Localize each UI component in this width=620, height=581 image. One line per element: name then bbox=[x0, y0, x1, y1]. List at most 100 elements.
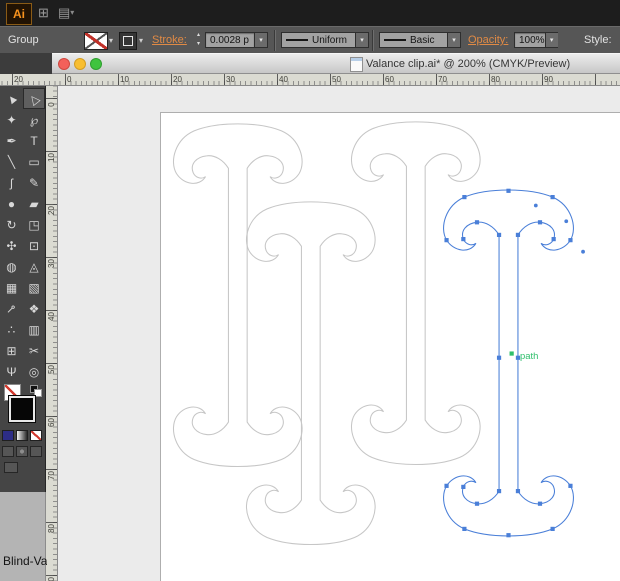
anchor-point[interactable] bbox=[515, 232, 521, 237]
anchor-point[interactable] bbox=[568, 483, 573, 488]
width-profile-value: Uniform bbox=[312, 34, 348, 46]
anchor-point[interactable] bbox=[568, 238, 573, 243]
anchor-point[interactable] bbox=[461, 484, 466, 489]
tool-blend[interactable]: ❖ bbox=[23, 298, 45, 319]
workspace-switcher-icon[interactable]: ▤▾ bbox=[58, 5, 74, 21]
tool-free-transform[interactable]: ⊡ bbox=[23, 235, 45, 256]
tool-eraser[interactable]: ▰ bbox=[23, 193, 45, 214]
anchor-point[interactable] bbox=[550, 526, 555, 531]
anchor-point[interactable] bbox=[474, 220, 480, 225]
anchor-point[interactable] bbox=[496, 489, 502, 494]
eyedropper-icon: ⊸ bbox=[2, 299, 21, 318]
chevron-down-icon[interactable]: ▾ bbox=[139, 36, 143, 45]
tool-column-graph[interactable]: ▥ bbox=[23, 319, 45, 340]
handle-point[interactable] bbox=[533, 203, 538, 208]
tool-hand[interactable]: Ψ bbox=[0, 361, 23, 382]
anchor-point[interactable] bbox=[550, 195, 555, 200]
screen-mode-button[interactable] bbox=[4, 462, 18, 473]
selection-icon: ▲ bbox=[2, 89, 21, 108]
tool-symbol-sprayer[interactable]: ∴ bbox=[0, 319, 23, 340]
tool-perspective-grid[interactable]: ◬ bbox=[23, 256, 45, 277]
mesh-icon: ▦ bbox=[5, 280, 18, 295]
window-title-bar[interactable]: Valance clip.ai* @ 200% (CMYK/Preview) bbox=[52, 53, 620, 74]
ruler-label: 0 bbox=[67, 75, 72, 84]
vertical-ruler[interactable]: 0102030405060708090100 bbox=[46, 86, 58, 581]
anchor-point[interactable] bbox=[506, 188, 511, 193]
fill-style-chip[interactable] bbox=[119, 32, 137, 50]
vector-path[interactable] bbox=[172, 123, 303, 468]
tool-shape-builder[interactable]: ◍ bbox=[0, 256, 23, 277]
opacity-link[interactable]: Opacity: bbox=[468, 34, 508, 46]
color-button[interactable] bbox=[2, 430, 14, 441]
draw-behind-button[interactable] bbox=[16, 446, 28, 457]
tool-mesh[interactable]: ▦ bbox=[0, 277, 23, 298]
tool-type[interactable]: T bbox=[23, 130, 45, 151]
selected-vector-path[interactable] bbox=[443, 189, 574, 537]
tool-direct-selection[interactable]: △ bbox=[23, 88, 45, 109]
tool-pencil[interactable]: ✎ bbox=[23, 172, 45, 193]
opacity-field[interactable]: 100% ▾ bbox=[514, 32, 558, 48]
stroke-weight-field[interactable]: 0.0028 p bbox=[205, 32, 255, 48]
tool-magic-wand[interactable]: ✦ bbox=[0, 109, 23, 130]
tool-slice[interactable]: ✂ bbox=[23, 340, 45, 361]
draw-normal-button[interactable] bbox=[2, 446, 14, 457]
tool-rectangle[interactable]: ▭ bbox=[23, 151, 45, 172]
app-logo-icon[interactable]: Ai bbox=[6, 3, 32, 25]
ruler-label: 60 bbox=[385, 75, 394, 84]
tool-zoom[interactable]: ◎ bbox=[23, 361, 45, 382]
anchor-point[interactable] bbox=[444, 238, 449, 243]
anchor-point[interactable] bbox=[461, 237, 466, 242]
type-icon: T bbox=[30, 133, 38, 148]
tool-paintbrush[interactable]: ʃ bbox=[0, 172, 23, 193]
anchor-point[interactable] bbox=[515, 489, 521, 494]
tool-width[interactable]: ✣ bbox=[0, 235, 23, 256]
anchor-point[interactable] bbox=[444, 483, 449, 488]
stroke-color-chip[interactable] bbox=[84, 32, 108, 50]
chevron-down-icon[interactable]: ▾ bbox=[109, 36, 113, 45]
ruler-label: 30 bbox=[47, 259, 56, 268]
close-window-button[interactable] bbox=[58, 58, 70, 70]
anchor-point[interactable] bbox=[537, 220, 543, 225]
anchor-point[interactable] bbox=[537, 501, 543, 506]
anchor-point[interactable] bbox=[496, 232, 502, 237]
tool-line-segment[interactable]: ╲ bbox=[0, 151, 23, 172]
anchor-point[interactable] bbox=[474, 501, 480, 506]
anchor-point[interactable] bbox=[551, 237, 556, 242]
tool-blob-brush[interactable]: ● bbox=[0, 193, 23, 214]
anchor-point[interactable] bbox=[462, 195, 467, 200]
gradient-button[interactable] bbox=[16, 430, 28, 441]
anchor-point[interactable] bbox=[506, 533, 511, 538]
tool-scale[interactable]: ◳ bbox=[23, 214, 45, 235]
vector-path[interactable] bbox=[245, 201, 376, 546]
canvas[interactable]: path bbox=[58, 86, 620, 581]
tool-eyedropper[interactable]: ⊸ bbox=[0, 298, 23, 319]
stroke-link[interactable]: Stroke: bbox=[152, 34, 187, 46]
anchor-point[interactable] bbox=[462, 526, 467, 531]
ruler-label: 70 bbox=[47, 471, 56, 480]
arrange-documents-icon[interactable]: ⊞ bbox=[38, 5, 49, 21]
tool-artboard[interactable]: ⊞ bbox=[0, 340, 23, 361]
tool-pen[interactable]: ✒ bbox=[0, 130, 23, 151]
brush-definition-dropdown[interactable]: Basic ▾ bbox=[379, 32, 461, 48]
draw-inside-button[interactable] bbox=[30, 446, 42, 457]
free-transform-icon: ⊡ bbox=[28, 238, 40, 253]
tool-lasso[interactable]: ℘ bbox=[23, 109, 45, 130]
width-profile-dropdown[interactable]: Uniform ▾ bbox=[281, 32, 369, 48]
tool-selection[interactable]: ▲ bbox=[0, 88, 23, 109]
stroke-weight-stepper[interactable]: ▴ ▾ bbox=[194, 31, 203, 49]
fill-swatch[interactable] bbox=[8, 395, 36, 423]
none-button[interactable] bbox=[30, 430, 42, 441]
path-label: path bbox=[520, 351, 538, 362]
horizontal-ruler[interactable]: 20 0 10 20 30 40 50 60 70 80 90 bbox=[0, 74, 620, 86]
handle-point[interactable] bbox=[581, 249, 585, 254]
stroke-weight-dropdown[interactable]: ▾ bbox=[255, 32, 268, 48]
vector-path[interactable] bbox=[350, 121, 481, 466]
document-icon bbox=[350, 57, 363, 72]
tool-gradient[interactable]: ▧ bbox=[23, 277, 45, 298]
handle-point[interactable] bbox=[564, 219, 569, 224]
anchor-point[interactable] bbox=[496, 355, 502, 360]
stepper-down-icon: ▾ bbox=[196, 41, 200, 47]
minimize-window-button[interactable] bbox=[74, 58, 86, 70]
zoom-window-button[interactable] bbox=[90, 58, 102, 70]
tool-rotate[interactable]: ↻ bbox=[0, 214, 23, 235]
